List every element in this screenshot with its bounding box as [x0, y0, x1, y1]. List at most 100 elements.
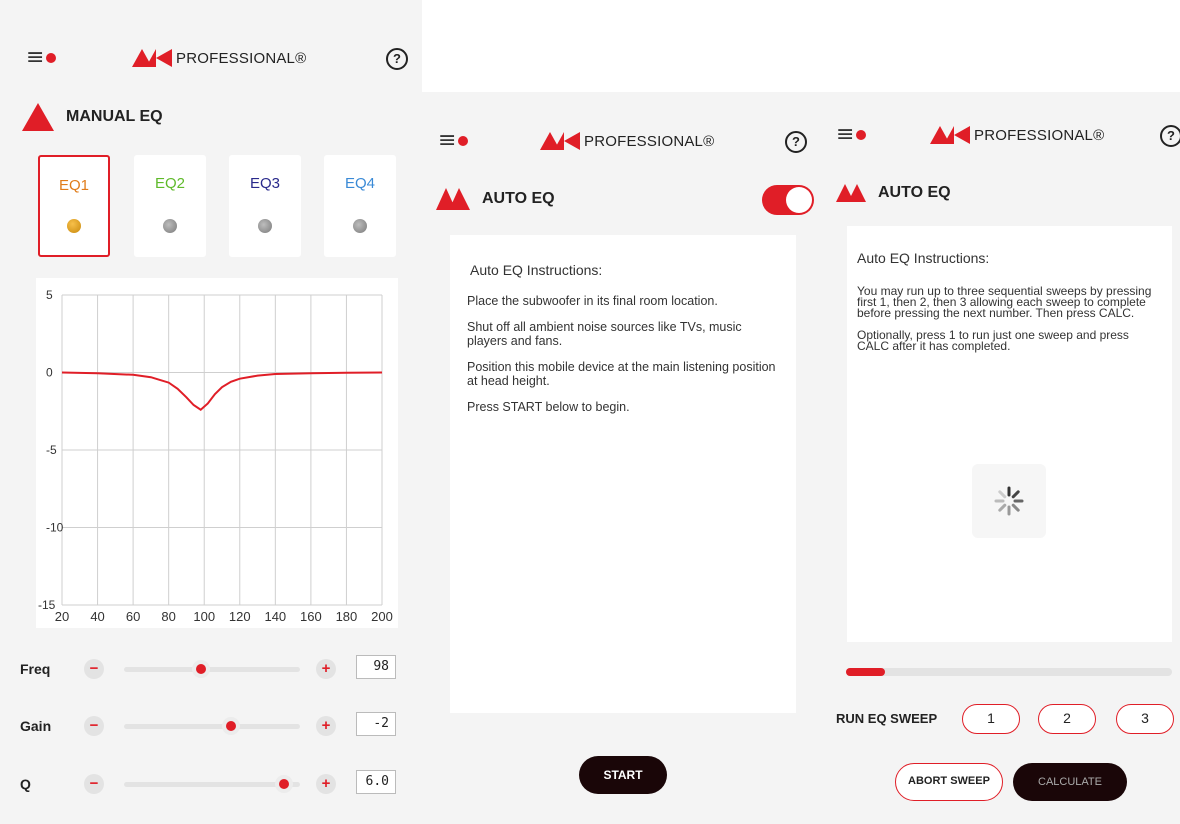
help-icon[interactable]: ? — [1160, 125, 1180, 147]
x-tick-label: 160 — [300, 609, 322, 624]
menu-button[interactable]: ≡ — [26, 45, 57, 70]
y-tick-label: -15 — [38, 598, 56, 612]
instruction-text: Press START below to begin. — [467, 400, 630, 414]
q-slider-thumb[interactable] — [275, 775, 294, 793]
double-triangle-icon — [836, 184, 866, 202]
instructions-list: You may run up to three sequential sweep… — [857, 284, 1161, 353]
x-tick-label: 60 — [126, 609, 140, 624]
run-sweep-label: RUN EQ SWEEP — [836, 711, 938, 726]
auto-eq-toggle[interactable] — [762, 185, 814, 215]
instructions-title: Auto EQ Instructions: — [470, 262, 603, 278]
double-triangle-icon — [436, 188, 470, 210]
notification-dot — [458, 136, 469, 146]
q-decrement-button[interactable]: − — [84, 774, 104, 794]
gain-decrement-button[interactable]: − — [84, 716, 104, 736]
gain-slider-thumb[interactable] — [222, 717, 241, 735]
x-tick-label: 40 — [90, 609, 104, 624]
toggle-knob — [786, 187, 812, 213]
brand-text: PROFESSIONAL® — [176, 49, 307, 67]
abort-sweep-button[interactable]: ABORT SWEEP — [895, 763, 1003, 801]
page-title: MANUAL EQ — [66, 108, 163, 125]
tab-label: EQ2 — [154, 175, 185, 192]
mk-logo-icon — [132, 49, 172, 67]
section-title: MANUAL EQ — [22, 103, 163, 131]
tab-label: EQ3 — [249, 175, 280, 192]
help-icon[interactable]: ? — [785, 131, 807, 153]
start-button[interactable]: START — [579, 756, 667, 794]
slider-label: Gain — [20, 718, 52, 734]
section-title: AUTO EQ — [836, 184, 951, 202]
eq-curve-line — [61, 371, 383, 411]
help-icon[interactable]: ? — [386, 48, 408, 70]
triangle-icon — [22, 103, 54, 131]
hamburger-icon: ≡ — [438, 128, 457, 153]
q-value-field[interactable]: 6.0 — [356, 770, 396, 794]
auto-eq-sweep-screen: ≡ PROFESSIONAL® ? AUTO EQ Auto EQ Instru… — [822, 92, 1180, 824]
freq-increment-button[interactable]: + — [316, 659, 336, 679]
tab-label: EQ1 — [58, 177, 89, 194]
instructions-card: Auto EQ Instructions: You may run up to … — [847, 226, 1172, 642]
led-icon — [258, 219, 272, 233]
freq-slider-row: Freq − + 98 — [20, 655, 400, 685]
gain-value-field[interactable]: -2 — [356, 712, 396, 736]
q-slider-row: Q − + 6.0 — [20, 770, 400, 800]
sweep-3-button[interactable]: 3 — [1116, 704, 1174, 734]
y-tick-label: 5 — [46, 288, 53, 302]
notification-dot — [46, 53, 57, 63]
menu-button[interactable]: ≡ — [836, 122, 867, 147]
led-icon — [353, 219, 367, 233]
tab-eq4[interactable]: EQ4 — [324, 155, 396, 257]
gain-increment-button[interactable]: + — [316, 716, 336, 736]
instructions-card: Auto EQ Instructions: Place the subwoofe… — [450, 235, 796, 713]
x-tick-label: 200 — [371, 609, 393, 624]
page-title: AUTO EQ — [482, 190, 555, 207]
x-tick-label: 20 — [55, 609, 69, 624]
x-tick-label: 180 — [336, 609, 358, 624]
slider-label: Freq — [20, 661, 51, 677]
x-tick-label: 100 — [193, 609, 215, 624]
freq-slider-thumb[interactable] — [192, 660, 211, 678]
instruction-text: You may run up to three sequential sweep… — [857, 284, 1152, 320]
y-tick-label: 0 — [46, 366, 53, 380]
hamburger-icon: ≡ — [836, 122, 855, 147]
loading-spinner — [972, 464, 1046, 538]
calculate-button[interactable]: CALCULATE — [1013, 763, 1127, 801]
progress-fill — [846, 668, 886, 676]
instruction-text: Shut off all ambient noise sources like … — [467, 320, 742, 348]
brand-logo: PROFESSIONAL® — [132, 49, 306, 67]
menu-button[interactable]: ≡ — [438, 128, 469, 153]
spinner-icon — [994, 486, 1024, 516]
mk-logo-icon — [930, 126, 970, 144]
auto-eq-start-screen: ≡ PROFESSIONAL® ? AUTO EQ Auto EQ Instru… — [422, 92, 822, 824]
brand-text: PROFESSIONAL® — [974, 126, 1105, 144]
sweep-progress-bar — [846, 668, 1172, 676]
tab-eq3[interactable]: EQ3 — [229, 155, 301, 257]
freq-value-field[interactable]: 98 — [356, 655, 396, 679]
mk-logo-icon — [540, 132, 580, 150]
notification-dot — [856, 130, 867, 140]
slider-label: Q — [20, 776, 31, 792]
brand-logo: PROFESSIONAL® — [540, 132, 714, 150]
instruction-text: Optionally, press 1 to run just one swee… — [857, 328, 1129, 353]
section-title: AUTO EQ — [436, 188, 555, 210]
gain-slider[interactable] — [124, 717, 300, 735]
instruction-text: Position this mobile device at the main … — [467, 360, 776, 388]
x-tick-label: 120 — [229, 609, 251, 624]
instructions-list: Place the subwoofer in its final room lo… — [467, 294, 779, 414]
instruction-text: Place the subwoofer in its final room lo… — [467, 294, 718, 308]
q-increment-button[interactable]: + — [316, 774, 336, 794]
freq-slider[interactable] — [124, 660, 300, 678]
y-tick-label: -10 — [46, 521, 64, 535]
eq-response-chart: 5 0 -5 -10 -1520 40 60 80 100 120 140 160 180 200 — [36, 278, 398, 628]
freq-decrement-button[interactable]: − — [84, 659, 104, 679]
x-tick-label: 140 — [264, 609, 286, 624]
q-slider[interactable] — [124, 775, 300, 793]
brand-text: PROFESSIONAL® — [584, 132, 715, 150]
tab-eq2[interactable]: EQ2 — [134, 155, 206, 257]
manual-eq-screen: ≡ PROFESSIONAL® ? MANUAL EQ EQ1 EQ2 EQ3 … — [0, 0, 422, 824]
x-tick-label: 80 — [161, 609, 175, 624]
sweep-2-button[interactable]: 2 — [1038, 704, 1096, 734]
tab-eq1[interactable]: EQ1 — [38, 155, 110, 257]
hamburger-icon: ≡ — [26, 45, 45, 70]
sweep-1-button[interactable]: 1 — [962, 704, 1020, 734]
